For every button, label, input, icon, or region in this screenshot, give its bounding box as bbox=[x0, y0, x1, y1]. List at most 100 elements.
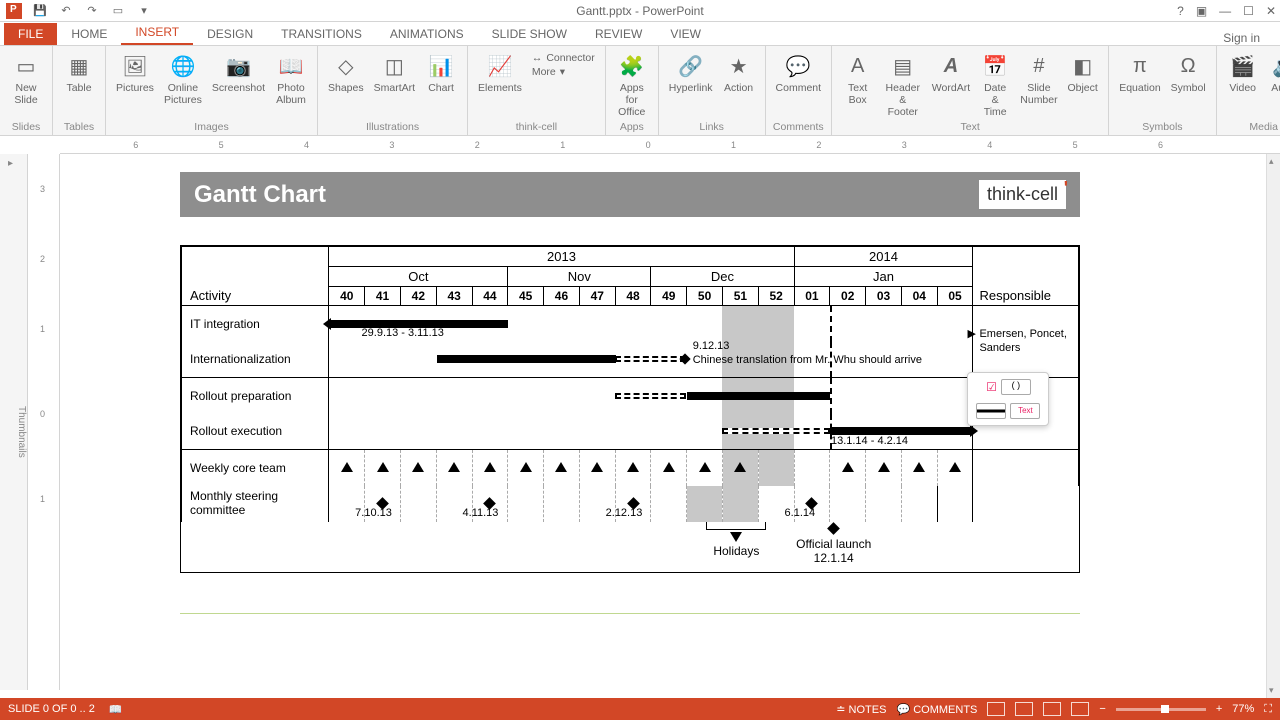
row-it-integration[interactable]: IT integration 29.9.13 - 3.11.13 ▶Emerse… bbox=[182, 306, 1079, 342]
table-button[interactable]: ▦Table bbox=[59, 50, 99, 96]
help-icon[interactable]: ? bbox=[1177, 4, 1184, 18]
new-slide-button[interactable]: ▭New Slide bbox=[6, 50, 46, 108]
tab-slideshow[interactable]: SLIDE SHOW bbox=[478, 23, 581, 45]
slide-canvas[interactable]: Gantt Chart think-cell Activity 2013 201… bbox=[60, 154, 1280, 690]
notes-button[interactable]: ≐ NOTES bbox=[836, 703, 886, 716]
pictures-button[interactable]: 🖼Pictures bbox=[112, 50, 158, 96]
sign-in-link[interactable]: Sign in bbox=[1223, 31, 1260, 45]
spellcheck-icon[interactable]: 📖 bbox=[109, 703, 123, 716]
row-rollout-preparation[interactable]: Rollout preparation ☑ ( ) bbox=[182, 378, 1079, 414]
save-icon[interactable]: 💾 bbox=[32, 3, 48, 19]
tab-insert[interactable]: INSERT bbox=[121, 21, 193, 45]
bar-style-button[interactable] bbox=[976, 403, 1006, 419]
redo-icon[interactable]: ↷ bbox=[84, 3, 100, 19]
ribbon-display-icon[interactable]: ▣ bbox=[1196, 4, 1207, 18]
comment-button[interactable]: 💬Comment bbox=[772, 50, 826, 96]
bracket-button[interactable]: ( ) bbox=[1001, 379, 1031, 395]
audio-button[interactable]: 🔊Audio bbox=[1265, 50, 1280, 96]
tab-design[interactable]: DESIGN bbox=[193, 23, 267, 45]
text-button[interactable]: Text bbox=[1010, 403, 1040, 419]
slide-counter: SLIDE 0 OF 0 .. 2 bbox=[8, 703, 95, 715]
more-button[interactable]: More ▾ bbox=[532, 66, 595, 78]
elements-button[interactable]: 📈Elements bbox=[474, 50, 526, 96]
tab-file[interactable]: FILE bbox=[4, 23, 57, 45]
equation-icon: π bbox=[1124, 52, 1156, 80]
chart-icon: 📊 bbox=[425, 52, 457, 80]
fit-to-window-icon[interactable]: ⛶ bbox=[1264, 703, 1272, 716]
start-from-beginning-icon[interactable]: ▭ bbox=[110, 3, 126, 19]
video-icon: 🎬 bbox=[1227, 52, 1259, 80]
group-text: Text bbox=[838, 121, 1102, 133]
thumbnails-panel[interactable]: ▸ Thumbnails bbox=[0, 154, 28, 690]
status-bar: SLIDE 0 OF 0 .. 2 📖 ≐ NOTES 💬 COMMENTS −… bbox=[0, 698, 1280, 720]
floating-toolbar[interactable]: ☑ ( ) Text bbox=[967, 372, 1049, 426]
tab-animations[interactable]: ANIMATIONS bbox=[376, 23, 478, 45]
checkbox-icon[interactable]: ☑ bbox=[986, 380, 997, 394]
video-button[interactable]: 🎬Video bbox=[1223, 50, 1263, 96]
date-time-button[interactable]: 📅Date & Time bbox=[976, 50, 1015, 120]
zoom-in-icon[interactable]: + bbox=[1216, 703, 1222, 715]
tab-transitions[interactable]: TRANSITIONS bbox=[267, 23, 376, 45]
sorter-view-icon[interactable] bbox=[1015, 702, 1033, 716]
zoom-out-icon[interactable]: − bbox=[1099, 703, 1105, 715]
screenshot-button[interactable]: 📷Screenshot bbox=[208, 50, 269, 96]
slide-number-button[interactable]: #Slide Number bbox=[1017, 50, 1061, 108]
connector-button[interactable]: ↔Connector bbox=[532, 52, 595, 64]
action-button[interactable]: ★Action bbox=[719, 50, 759, 96]
expand-thumbnails-icon[interactable]: ▸ bbox=[8, 158, 13, 169]
online-pictures-icon: 🌐 bbox=[167, 52, 199, 80]
maximize-icon[interactable]: ☐ bbox=[1243, 4, 1254, 18]
milestone-icon bbox=[341, 462, 353, 472]
month-nov: Nov bbox=[508, 267, 651, 287]
comments-button[interactable]: 💬 COMMENTS bbox=[896, 703, 977, 716]
photo-album-button[interactable]: 📖Photo Album bbox=[271, 50, 311, 108]
online-pictures-button[interactable]: 🌐Online Pictures bbox=[160, 50, 206, 108]
tab-review[interactable]: REVIEW bbox=[581, 23, 656, 45]
shapes-button[interactable]: ◇Shapes bbox=[324, 50, 368, 96]
tab-home[interactable]: HOME bbox=[57, 23, 121, 45]
month-oct: Oct bbox=[329, 267, 508, 287]
group-media: Media bbox=[1223, 121, 1280, 133]
date-time-icon: 📅 bbox=[979, 52, 1011, 80]
apps-for-office-button[interactable]: 🧩Apps for Office bbox=[612, 50, 652, 120]
responsible-cell[interactable]: ▶Emersen, Poncet, Sanders bbox=[973, 306, 1079, 378]
customize-qat-icon[interactable]: ▾ bbox=[136, 3, 152, 19]
chart-button[interactable]: 📊Chart bbox=[421, 50, 461, 96]
zoom-slider[interactable] bbox=[1116, 708, 1206, 711]
launch-marker: Official launch 12.1.14 bbox=[796, 522, 871, 566]
tab-view[interactable]: VIEW bbox=[656, 23, 715, 45]
row-internationalization[interactable]: Internationalization 9.12.13 Chinese tra… bbox=[182, 342, 1079, 378]
header-footer-button[interactable]: ▤Header & Footer bbox=[879, 50, 926, 120]
row-monthly-steering[interactable]: Monthly steering committee 7.10.13 4.11.… bbox=[182, 486, 1079, 522]
slide-number-icon: # bbox=[1023, 52, 1055, 80]
row-rollout-execution[interactable]: Rollout execution 13.1.14 - 4.2.14 bbox=[182, 414, 1079, 450]
elements-icon: 📈 bbox=[484, 52, 516, 80]
slide-divider bbox=[180, 613, 1080, 614]
close-icon[interactable]: ✕ bbox=[1266, 4, 1276, 18]
smartart-icon: ◫ bbox=[378, 52, 410, 80]
year-2013: 2013 bbox=[329, 247, 794, 267]
object-button[interactable]: ◧Object bbox=[1063, 50, 1102, 96]
normal-view-icon[interactable] bbox=[987, 702, 1005, 716]
hyperlink-button[interactable]: 🔗Hyperlink bbox=[665, 50, 717, 96]
vertical-scrollbar[interactable] bbox=[1266, 154, 1280, 698]
wordart-button[interactable]: AWordArt bbox=[928, 50, 973, 96]
month-dec: Dec bbox=[651, 267, 794, 287]
group-links: Links bbox=[665, 121, 759, 133]
group-symbols: Symbols bbox=[1115, 121, 1209, 133]
slide: Gantt Chart think-cell Activity 2013 201… bbox=[180, 172, 1080, 614]
slideshow-view-icon[interactable] bbox=[1071, 702, 1089, 716]
smartart-button[interactable]: ◫SmartArt bbox=[370, 50, 419, 96]
undo-icon[interactable]: ↶ bbox=[58, 3, 74, 19]
zoom-level[interactable]: 77% bbox=[1232, 703, 1254, 715]
symbol-button[interactable]: ΩSymbol bbox=[1167, 50, 1210, 96]
ruler-vertical: 32101 bbox=[28, 154, 60, 690]
reading-view-icon[interactable] bbox=[1043, 702, 1061, 716]
connector-icon: ↔ bbox=[532, 52, 543, 64]
gantt-chart[interactable]: Activity 2013 2014 Responsible Oct Nov D… bbox=[180, 245, 1080, 573]
equation-button[interactable]: πEquation bbox=[1115, 50, 1164, 96]
minimize-icon[interactable]: — bbox=[1219, 4, 1231, 18]
row-weekly-core-team[interactable]: Weekly core team bbox=[182, 450, 1079, 486]
text-box-button[interactable]: AText Box bbox=[838, 50, 877, 108]
powerpoint-icon bbox=[6, 3, 22, 19]
